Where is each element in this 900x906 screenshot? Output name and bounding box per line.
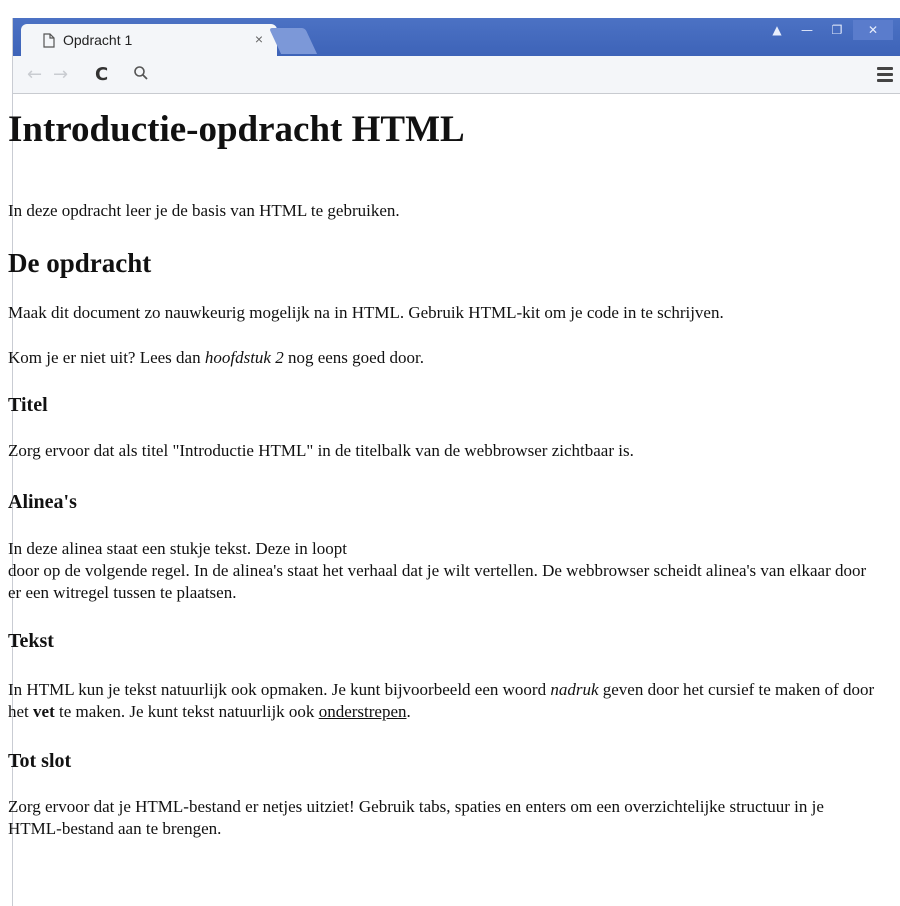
bold-word: vet xyxy=(33,702,55,721)
document-icon xyxy=(43,32,55,48)
browser-toolbar: ← → C xyxy=(13,56,900,94)
restore-button[interactable]: ❐ xyxy=(823,20,851,40)
underlined-word: onderstrepen xyxy=(318,702,407,721)
heading-alinea: Alinea's xyxy=(8,491,77,513)
heading-tot-slot: Tot slot xyxy=(8,750,72,772)
opdracht-paragraph: Maak dit document zo nauwkeurig mogelijk… xyxy=(8,303,724,322)
browser-window: Opdracht 1 × ▲ — ❐ ✕ ← → C xyxy=(12,18,900,906)
help-paragraph: Kom je er niet uit? Lees dan hoofdstuk 2… xyxy=(8,347,880,369)
chapter-reference: hoofdstuk 2 xyxy=(204,348,284,367)
title-bar: Opdracht 1 × ▲ — ❐ ✕ xyxy=(13,18,900,56)
slot-paragraph: Zorg ervoor dat je HTML-bestand er netje… xyxy=(8,797,824,838)
back-button[interactable]: ← xyxy=(27,64,42,85)
section-heading-opdracht: De opdracht xyxy=(8,248,152,278)
tekst-end: . xyxy=(406,702,411,721)
forward-button[interactable]: → xyxy=(53,64,68,85)
alinea-line-2: door op de volgende regel. In de alinea'… xyxy=(8,561,867,602)
help-text-start: Kom je er niet uit? Lees dan xyxy=(8,348,205,367)
user-icon[interactable]: ▲ xyxy=(763,20,791,40)
tekst-start: In HTML kun je tekst natuurlijk ook opma… xyxy=(8,680,551,699)
address-bar[interactable] xyxy=(129,60,849,88)
close-window-button[interactable]: ✕ xyxy=(853,20,893,40)
minimize-button[interactable]: — xyxy=(793,20,821,40)
hamburger-menu-icon[interactable] xyxy=(877,67,893,85)
tekst-paragraph: In HTML kun je tekst natuurlijk ook opma… xyxy=(8,679,880,723)
titel-paragraph: Zorg ervoor dat als titel "Introductie H… xyxy=(8,441,634,460)
tab-title: Opdracht 1 xyxy=(63,32,133,48)
tab-close-button[interactable]: × xyxy=(255,31,263,47)
reload-button[interactable]: C xyxy=(95,64,108,85)
window-controls: ▲ — ❐ ✕ xyxy=(763,20,893,40)
italic-word: nadruk xyxy=(550,680,599,699)
heading-tekst: Tekst xyxy=(8,630,54,652)
tekst-middle-2: te maken. Je kunt tekst natuurlijk ook xyxy=(54,702,319,721)
intro-paragraph: In deze opdracht leer je de basis van HT… xyxy=(8,201,400,220)
page-title: Introductie-opdracht HTML xyxy=(8,109,465,150)
search-icon xyxy=(134,66,148,80)
tab-active[interactable]: Opdracht 1 × xyxy=(21,24,277,56)
help-text-end: nog eens goed door. xyxy=(283,348,424,367)
alinea-paragraph: In deze alinea staat een stukje tekst. D… xyxy=(8,538,880,604)
heading-titel: Titel xyxy=(8,394,48,416)
alinea-line-1: In deze alinea staat een stukje tekst. D… xyxy=(8,539,347,558)
